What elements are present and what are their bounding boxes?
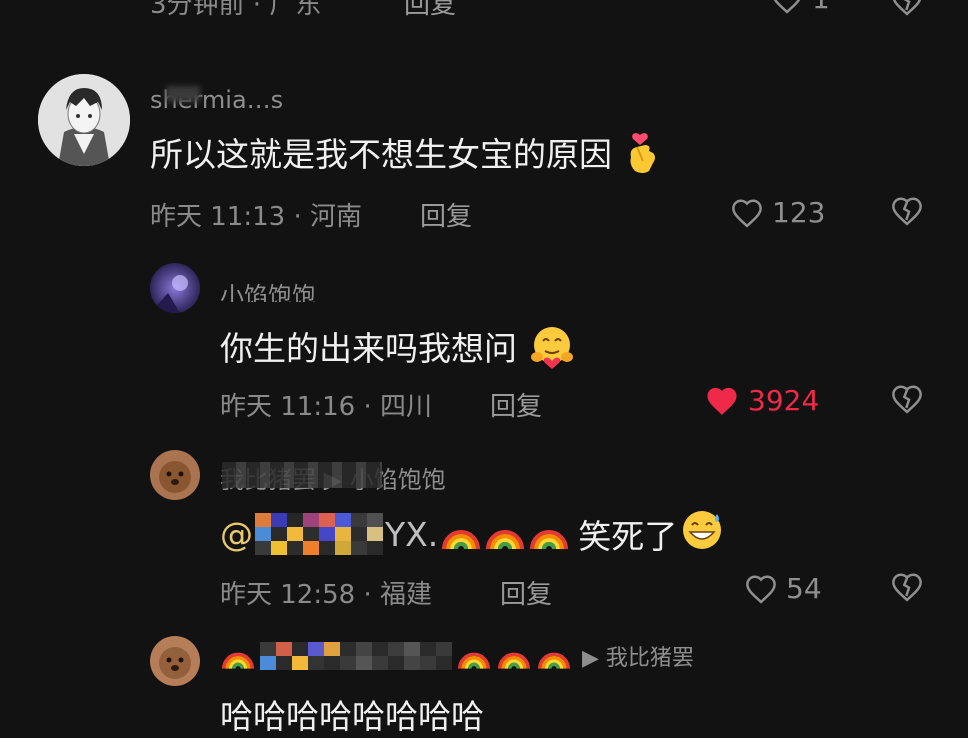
- username-mosaic: [222, 462, 382, 488]
- comment-username-row[interactable]: ▶ 我比猪罢: [220, 640, 694, 672]
- top-comment-like-button[interactable]: 1: [770, 0, 830, 15]
- username-blur: [166, 86, 200, 102]
- grinning-sweat-emoji: [679, 508, 725, 560]
- top-comment-meta: 3分钟前 · 广东: [150, 0, 322, 20]
- heart-filled-icon: [707, 387, 737, 415]
- avatar[interactable]: [150, 263, 200, 313]
- mention-prefix[interactable]: @: [220, 515, 253, 554]
- puppy-avatar-icon: [150, 636, 200, 686]
- heart-outline-icon: [774, 0, 800, 14]
- mention-tail[interactable]: YX.: [385, 515, 438, 554]
- broken-heart-icon: [892, 0, 922, 16]
- comment-username[interactable]: 小馅饱饱: [220, 276, 360, 302]
- mention-mosaic: [255, 513, 383, 555]
- avatar[interactable]: [38, 74, 130, 166]
- rainbow-emoji: [530, 530, 569, 550]
- like-button[interactable]: 3924: [704, 384, 819, 417]
- rainbow-emoji: [498, 652, 530, 669]
- purple-night-avatar-icon: [150, 263, 200, 313]
- avatar[interactable]: [150, 636, 200, 686]
- comment-meta: 昨天 11:13 · 河南: [150, 202, 362, 232]
- like-count: 54: [786, 572, 822, 605]
- anime-boy-avatar-icon: [38, 74, 130, 166]
- finger-heart-emoji: [623, 131, 661, 183]
- reply-button[interactable]: 回复: [490, 386, 542, 423]
- comment-meta: 昨天 12:58 · 福建: [220, 580, 432, 610]
- rainbow-emoji: [486, 530, 525, 550]
- avatar[interactable]: [150, 450, 200, 500]
- dislike-button[interactable]: [890, 572, 924, 606]
- rainbow-emoji: [442, 530, 481, 550]
- heart-outline-icon: [732, 198, 762, 228]
- rainbow-emoji: [222, 652, 254, 669]
- heart-outline-icon: [746, 574, 776, 604]
- broken-heart-icon: [892, 573, 922, 602]
- dislike-button[interactable]: [890, 196, 924, 230]
- rainbow-emoji: [458, 652, 490, 669]
- broken-heart-icon: [892, 197, 922, 226]
- broken-heart-icon: [892, 385, 922, 414]
- top-comment-reply-button[interactable]: 回复: [404, 0, 456, 21]
- comment-text: 哈哈哈哈哈哈哈哈: [220, 697, 484, 736]
- puppy-avatar-icon: [150, 450, 200, 500]
- hugging-face-emoji: [528, 325, 576, 377]
- reply-button[interactable]: 回复: [500, 574, 552, 611]
- top-comment-dislike-button[interactable]: [890, 0, 924, 20]
- like-count: 123: [772, 196, 826, 229]
- comment-meta: 昨天 11:16 · 四川: [220, 392, 432, 422]
- top-comment-like-count: 1: [812, 0, 830, 15]
- dislike-button[interactable]: [890, 384, 924, 418]
- rainbow-emoji: [538, 652, 570, 669]
- like-button[interactable]: 123: [730, 196, 825, 229]
- comment-text: 所以这就是我不想生女宝的原因: [150, 128, 661, 183]
- username-mosaic: [260, 642, 452, 670]
- like-button[interactable]: 54: [744, 572, 822, 605]
- comment-text: @ YX. 笑死了: [220, 508, 725, 560]
- comment-text: 你生的出来吗我想问: [220, 322, 576, 377]
- reply-button[interactable]: 回复: [420, 196, 472, 233]
- like-count: 3924: [748, 384, 820, 417]
